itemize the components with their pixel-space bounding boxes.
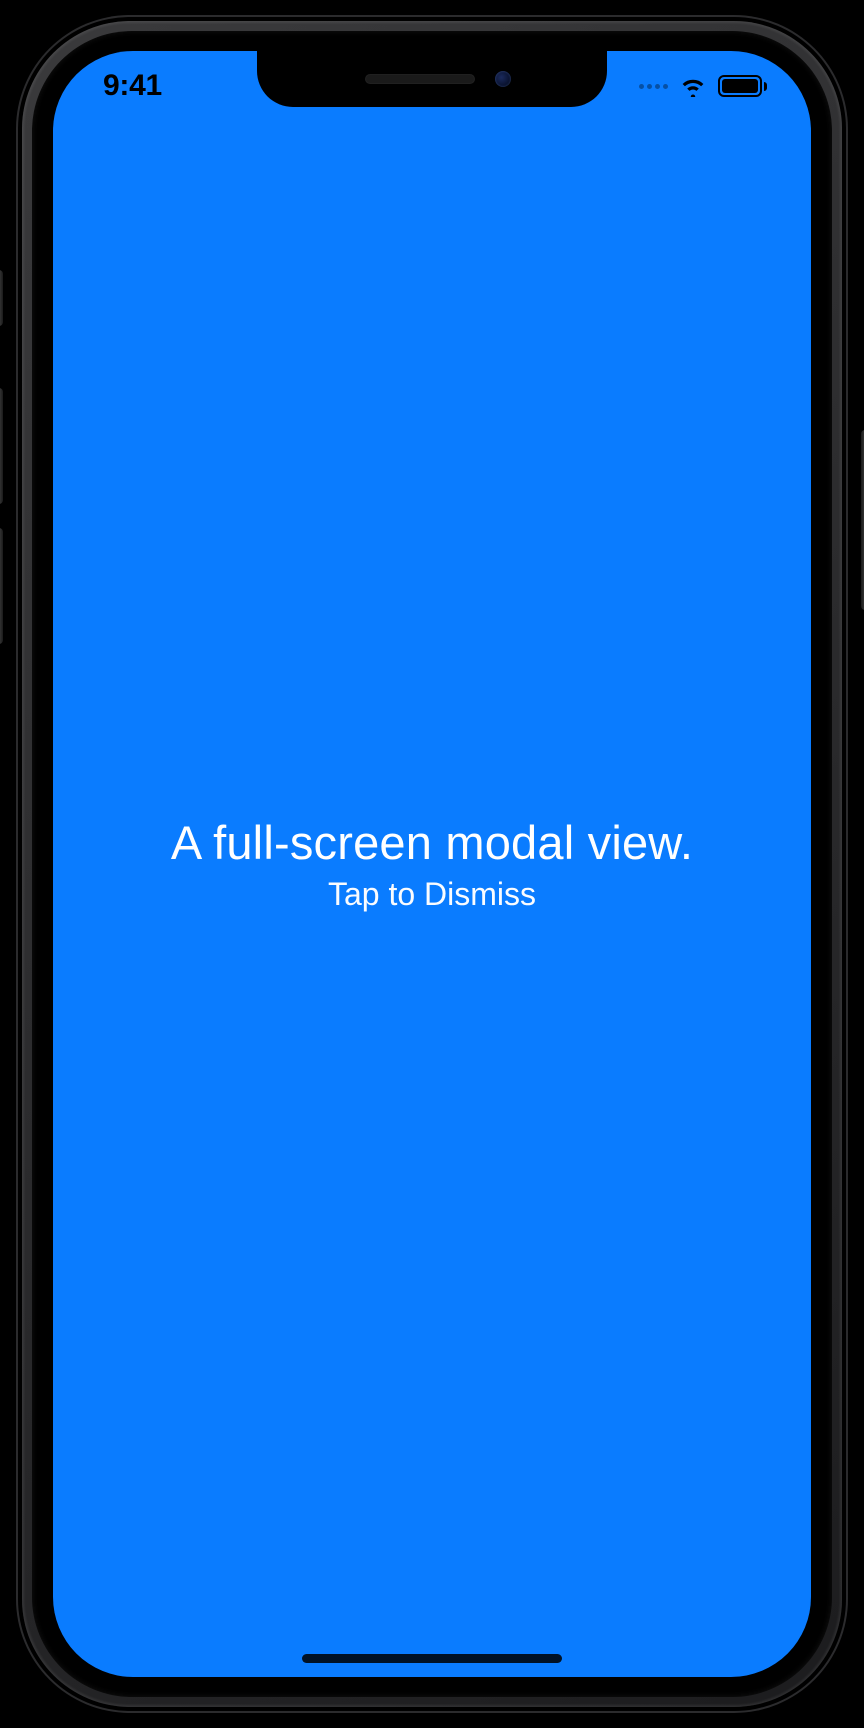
screen: 9:41 A full-screen mo [53, 51, 811, 1677]
battery-icon [718, 75, 767, 97]
modal-title: A full-screen modal view. [171, 815, 693, 870]
volume-up-button [0, 388, 3, 504]
status-time: 9:41 [103, 69, 162, 103]
silence-switch [0, 270, 3, 326]
status-indicators [639, 75, 767, 97]
notch [257, 51, 607, 107]
volume-down-button [0, 528, 3, 644]
modal-fullscreen[interactable]: A full-screen modal view. Tap to Dismiss [53, 51, 811, 1677]
cellular-signal-icon [639, 84, 668, 89]
dismiss-label: Tap to Dismiss [328, 876, 536, 913]
phone-device-frame: 9:41 A full-screen mo [0, 0, 864, 1728]
wifi-icon [678, 75, 708, 97]
speaker-grille [365, 74, 475, 84]
home-indicator[interactable] [302, 1654, 562, 1663]
front-camera [495, 71, 511, 87]
